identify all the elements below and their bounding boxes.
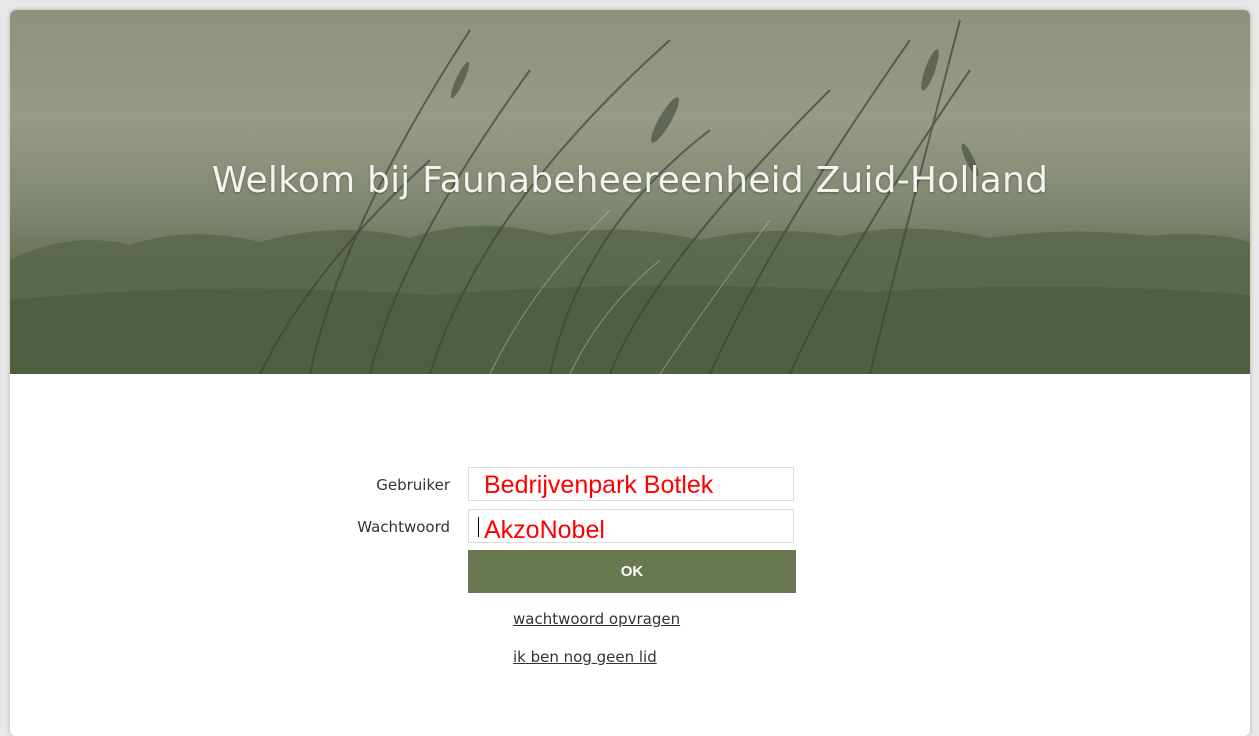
ok-button[interactable]: OK (468, 550, 796, 593)
username-value: Bedrijvenpark Botlek (484, 471, 714, 499)
password-value: AkzoNobel (484, 516, 605, 544)
password-field[interactable]: AkzoNobel (468, 509, 794, 544)
forgot-password-link[interactable]: wachtwoord opvragen (513, 610, 680, 628)
page-title: Welkom bij Faunabeheereenheid Zuid-Holla… (211, 160, 1049, 201)
login-window: Welkom bij Faunabeheereenheid Zuid-Holla… (10, 10, 1250, 736)
username-field[interactable]: Bedrijvenpark Botlek (468, 467, 794, 501)
header-banner: Welkom bij Faunabeheereenheid Zuid-Holla… (10, 10, 1250, 374)
username-label: Gebruiker (376, 476, 450, 494)
register-link[interactable]: ik ben nog geen lid (513, 648, 657, 666)
text-caret (478, 517, 479, 537)
password-label: Wachtwoord (357, 518, 450, 536)
